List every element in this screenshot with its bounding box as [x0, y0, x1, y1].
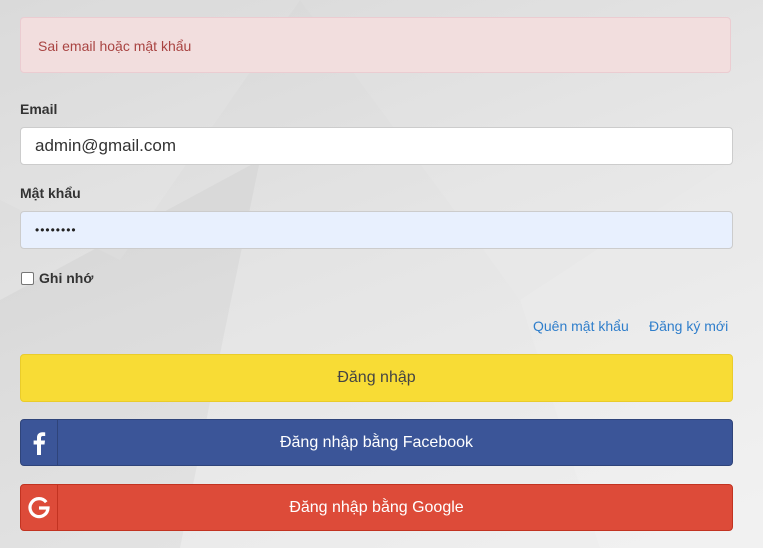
email-label: Email	[20, 101, 58, 117]
google-login-label: Đăng nhập bằng Google	[289, 499, 464, 516]
password-field[interactable]: ••••••••	[20, 211, 733, 249]
facebook-login-label: Đăng nhập bằng Facebook	[279, 434, 474, 451]
google-icon	[21, 485, 58, 530]
remember-checkbox[interactable]	[21, 271, 34, 285]
remember-me[interactable]: Ghi nhớ	[21, 270, 93, 286]
google-login-button[interactable]: Đăng nhập bằng Google	[20, 484, 733, 531]
login-button-label: Đăng nhập	[337, 369, 416, 386]
error-alert-message: Sai email hoặc mật khẩu	[38, 38, 192, 54]
facebook-icon	[21, 420, 58, 465]
error-alert: Sai email hoặc mật khẩu	[20, 17, 731, 73]
login-button[interactable]: Đăng nhập	[20, 354, 733, 402]
remember-label: Ghi nhớ	[39, 270, 94, 286]
email-field[interactable]: admin@gmail.com	[20, 127, 733, 165]
register-link[interactable]: Đăng ký mới	[649, 318, 728, 334]
facebook-login-button[interactable]: Đăng nhập bằng Facebook	[20, 419, 733, 466]
forgot-password-link[interactable]: Quên mật khẩu	[533, 318, 629, 334]
password-label: Mật khẩu	[20, 185, 81, 201]
